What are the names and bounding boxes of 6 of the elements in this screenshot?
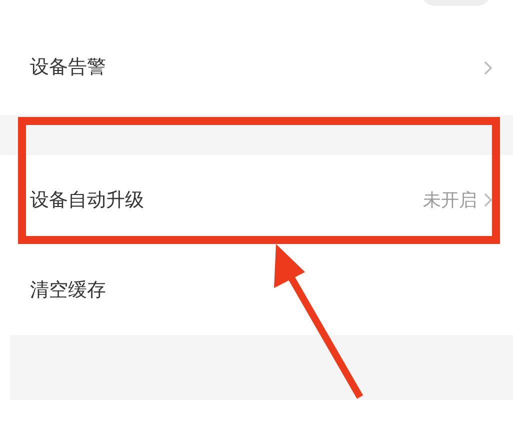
setting-value: 未开启 (423, 188, 477, 212)
chevron-right-icon (483, 192, 493, 208)
setting-label: 设备自动升级 (30, 188, 144, 213)
setting-label: 清空缓存 (30, 278, 106, 303)
setting-label: 设备告警 (30, 55, 106, 80)
chevron-right-icon (483, 60, 493, 76)
